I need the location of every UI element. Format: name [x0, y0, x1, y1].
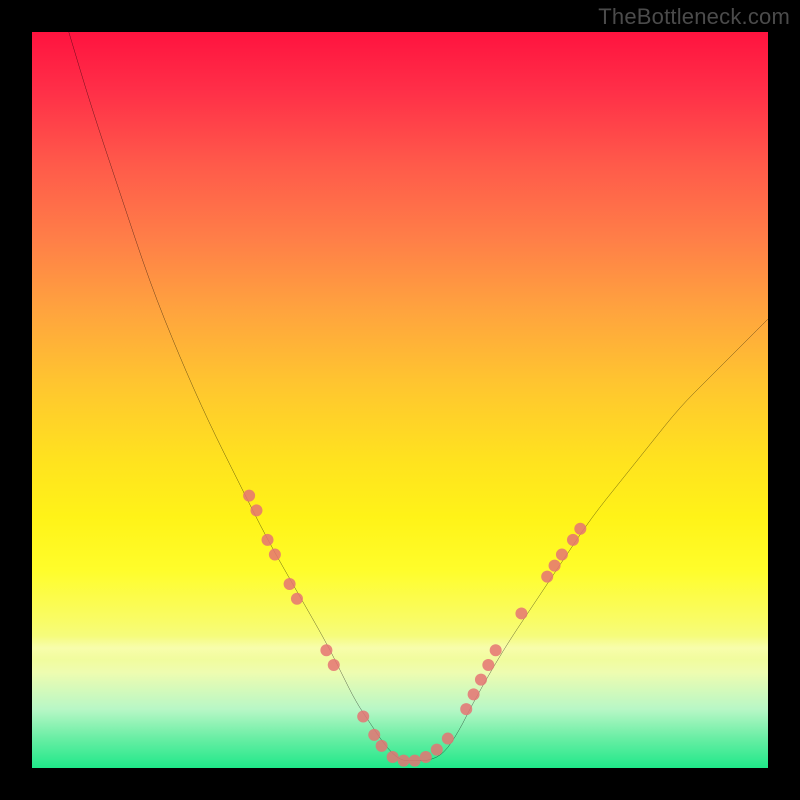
highlight-dot [409, 755, 421, 767]
plot-area [32, 32, 768, 768]
highlight-dots [243, 490, 586, 767]
highlight-dot [556, 549, 568, 561]
highlight-dot [442, 733, 454, 745]
highlight-dot [269, 549, 281, 561]
highlight-dot [284, 578, 296, 590]
chart-frame: TheBottleneck.com [0, 0, 800, 800]
highlight-dot [387, 751, 399, 763]
highlight-dot [460, 703, 472, 715]
highlight-dot [291, 593, 303, 605]
highlight-dot [376, 740, 388, 752]
highlight-dot [549, 560, 561, 572]
highlight-dot [320, 644, 332, 656]
highlight-dot [482, 659, 494, 671]
highlight-dot [368, 729, 380, 741]
highlight-dot [250, 504, 262, 516]
highlight-dot [468, 688, 480, 700]
curve-overlay [32, 32, 768, 768]
highlight-dot [541, 571, 553, 583]
watermark-text: TheBottleneck.com [598, 4, 790, 30]
highlight-dot [431, 744, 443, 756]
highlight-dot [567, 534, 579, 546]
highlight-dot [357, 710, 369, 722]
highlight-dot [420, 751, 432, 763]
highlight-dot [490, 644, 502, 656]
highlight-dot [398, 755, 410, 767]
highlight-dot [475, 674, 487, 686]
highlight-dot [574, 523, 586, 535]
highlight-dot [328, 659, 340, 671]
highlight-dot [262, 534, 274, 546]
bottleneck-curve [69, 32, 768, 761]
highlight-dot [515, 607, 527, 619]
highlight-dot [243, 490, 255, 502]
